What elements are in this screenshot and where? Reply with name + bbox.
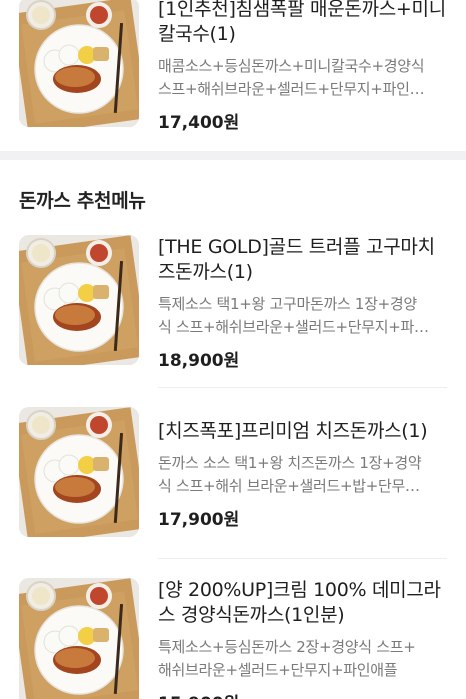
menu-item-image: [19, 578, 139, 699]
row-divider: [158, 387, 447, 388]
menu-item-price: 18,900원: [158, 351, 240, 371]
menu-item-name: [1인추천]침샘폭팔 매운돈까스+미니 칼국수(1): [158, 0, 446, 45]
menu-item-price: 17,400원: [158, 113, 240, 133]
menu-item-image: [19, 235, 139, 365]
menu-item-description: 매콤소스+등심돈까스+미니칼국수+경양식 스프+해쉬브라운+셀러드+단무지+파인…: [158, 57, 425, 98]
menu-item-image: [19, 0, 139, 127]
section-title: 돈까스 추천메뉴: [19, 190, 146, 212]
menu-item-name: [치즈폭포]프리미엄 치즈돈까스(1): [158, 420, 428, 442]
menu-item-price: 15,900원: [158, 689, 450, 699]
menu-item-image: [19, 407, 139, 537]
menu-item-name: [THE GOLD]골드 트러플 고구마치 즈돈까스(1): [158, 236, 435, 283]
menu-item-name: [양 200%UP]크림 100% 데미그라 스 경양식돈까스(1인분): [158, 579, 441, 626]
row-divider: [158, 558, 447, 559]
menu-item-price: 17,900원: [158, 510, 240, 530]
menu-item-description: 특제소스 택1+왕 고구마돈까스 1장+경양 식 스프+해쉬브라운+샐러드+단무…: [158, 295, 429, 336]
menu-item-description: 돈까스 소스 택1+왕 치즈돈까스 1장+경약 식 스프+해쉬 브라운+샐러드+…: [158, 454, 422, 495]
section-divider: [0, 151, 466, 160]
menu-item-description: 특제소스+등심돈까스 2장+경양식 스프+ 해쉬브라운+셀러드+단무지+파인애플: [158, 638, 416, 679]
